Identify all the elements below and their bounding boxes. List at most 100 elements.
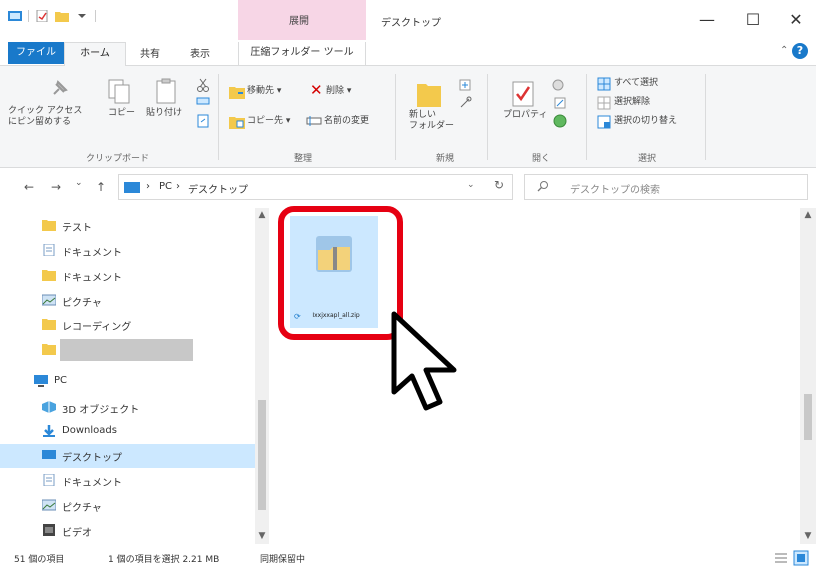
scrollbar-thumb[interactable] xyxy=(804,394,812,440)
recent-locations-button[interactable]: ⌄ xyxy=(75,178,83,188)
nav-item-3d-objects[interactable]: 3D オブジェクト xyxy=(0,396,255,420)
address-dropdown-icon[interactable]: ⌄ xyxy=(467,180,475,190)
nav-item-label: 3D オブジェクト xyxy=(62,405,140,416)
group-label-select: 選択 xyxy=(638,154,657,164)
customize-toolbar-icon[interactable] xyxy=(75,10,89,22)
status-sync: 同期保留中 xyxy=(260,555,306,565)
nav-item-label: ピクチャ xyxy=(62,298,102,309)
properties-button[interactable]: プロパティ xyxy=(503,110,547,121)
scroll-up-icon[interactable]: ▲ xyxy=(255,210,269,220)
move-to-button[interactable]: 移動先 ▾ xyxy=(247,86,281,97)
nav-item-documents[interactable]: ドキュメント xyxy=(0,239,255,263)
nav-item-desktop[interactable]: デスクトップ xyxy=(0,444,255,468)
scrollbar-thumb[interactable] xyxy=(258,400,266,510)
collapse-ribbon-icon[interactable]: ⌃ xyxy=(780,45,788,56)
new-folder-icon[interactable] xyxy=(55,10,69,22)
invert-selection-icon[interactable] xyxy=(597,115,611,129)
large-icons-view-icon[interactable] xyxy=(793,550,809,566)
copy-to-icon[interactable] xyxy=(229,115,245,129)
copy-icon[interactable] xyxy=(107,78,131,104)
address-toolbar: ← → ⌄ ↑ › PC › デスクトップ ⌄ ↻ デスクトップの検索 xyxy=(0,170,816,206)
copy-path-icon[interactable] xyxy=(196,96,210,106)
3d-objects-icon xyxy=(42,401,56,413)
cut-icon[interactable] xyxy=(196,78,210,92)
nav-item-test[interactable]: テスト xyxy=(0,214,255,238)
up-button[interactable]: ↑ xyxy=(96,180,106,194)
folder-icon xyxy=(42,344,56,355)
help-icon[interactable]: ? xyxy=(792,43,808,59)
search-box[interactable]: デスクトップの検索 xyxy=(524,174,808,200)
group-separator xyxy=(705,74,706,160)
tab-compressed-folder-tools[interactable]: 圧縮フォルダー ツール xyxy=(238,42,366,66)
minimize-button[interactable]: — xyxy=(697,10,717,29)
paste-icon[interactable] xyxy=(155,78,177,104)
copy-button[interactable]: コピー xyxy=(108,108,135,119)
history-icon[interactable] xyxy=(553,114,567,128)
nav-item-documents-folder[interactable]: ドキュメント xyxy=(0,264,255,288)
scroll-down-icon[interactable]: ▼ xyxy=(255,531,269,541)
pin-icon[interactable] xyxy=(48,78,70,100)
breadcrumb-pc[interactable]: PC xyxy=(159,181,172,192)
close-button[interactable]: ✕ xyxy=(786,10,806,29)
rename-icon[interactable] xyxy=(306,114,322,128)
delete-icon[interactable]: ✕ xyxy=(310,81,323,99)
nav-item-label: レコーディング xyxy=(62,322,132,333)
nav-item-redacted-folder[interactable] xyxy=(0,338,255,362)
breadcrumb-separator[interactable]: › xyxy=(176,181,180,192)
nav-item-videos[interactable]: ビデオ xyxy=(0,519,255,543)
move-to-icon[interactable] xyxy=(229,85,245,99)
document-icon xyxy=(43,474,55,486)
nav-item-downloads[interactable]: Downloads xyxy=(0,420,255,444)
nav-item-label: デスクトップ xyxy=(62,453,122,464)
content-scrollbar[interactable]: ▲ ▼ xyxy=(800,208,816,544)
select-all-button[interactable]: すべて選択 xyxy=(614,78,658,89)
navigation-pane: テスト ドキュメント ドキュメント ピクチャ レコーディング PC 3D オブジ… xyxy=(0,208,270,544)
nav-item-pictures[interactable]: ピクチャ xyxy=(0,289,255,313)
tab-view[interactable]: 表示 xyxy=(190,45,210,60)
tab-file[interactable]: ファイル xyxy=(8,42,64,64)
maximize-button[interactable]: ☐ xyxy=(743,10,763,29)
copy-to-button[interactable]: コピー先 ▾ xyxy=(247,116,290,127)
select-none-icon[interactable] xyxy=(597,96,611,110)
refresh-icon[interactable]: ↻ xyxy=(494,178,504,192)
nav-item-documents-pc[interactable]: ドキュメント xyxy=(0,469,255,493)
select-all-icon[interactable] xyxy=(597,77,611,91)
scroll-up-icon[interactable]: ▲ xyxy=(800,210,816,220)
select-none-button[interactable]: 選択解除 xyxy=(614,97,650,108)
edit-icon[interactable] xyxy=(553,96,567,110)
rename-button[interactable]: 名前の変更 xyxy=(324,116,369,127)
new-folder-button[interactable]: 新しい フォルダー xyxy=(409,110,454,132)
new-folder-large-icon[interactable] xyxy=(416,80,442,108)
paste-button[interactable]: 貼り付け xyxy=(146,108,182,119)
scroll-down-icon[interactable]: ▼ xyxy=(800,531,816,541)
breadcrumb-separator[interactable]: › xyxy=(146,181,150,192)
properties-large-icon[interactable] xyxy=(511,80,535,108)
tab-home[interactable]: ホーム xyxy=(64,42,126,66)
delete-button[interactable]: 削除 ▾ xyxy=(326,86,351,97)
status-bar: 51 個の項目 1 個の項目を選択 2.21 MB 同期保留中 xyxy=(0,546,816,571)
status-selected: 1 個の項目を選択 2.21 MB xyxy=(108,555,220,565)
explorer-icon[interactable] xyxy=(8,10,22,22)
pin-quick-access-button[interactable]: クイック アクセス にピン留めする xyxy=(8,106,82,128)
redacted-label xyxy=(60,339,193,361)
breadcrumb-desktop[interactable]: デスクトップ xyxy=(188,181,248,196)
paste-shortcut-icon[interactable] xyxy=(196,114,210,128)
properties-icon[interactable] xyxy=(35,10,49,22)
video-icon xyxy=(43,524,55,536)
desktop-icon xyxy=(42,450,56,459)
easy-access-icon[interactable] xyxy=(458,96,472,110)
tab-share[interactable]: 共有 xyxy=(140,45,160,60)
title-bar: 展開 デスクトップ — ☐ ✕ xyxy=(0,0,816,40)
new-item-icon[interactable] xyxy=(458,78,472,92)
forward-button[interactable]: → xyxy=(51,180,61,194)
nav-scrollbar[interactable]: ▲ ▼ xyxy=(255,208,269,544)
details-view-icon[interactable] xyxy=(773,550,789,566)
nav-item-pc[interactable]: PC xyxy=(0,370,255,394)
open-icon[interactable] xyxy=(551,78,567,92)
group-label-new: 新規 xyxy=(436,154,455,164)
nav-item-recordings[interactable]: レコーディング xyxy=(0,313,255,337)
nav-item-pictures-pc[interactable]: ピクチャ xyxy=(0,494,255,518)
back-button[interactable]: ← xyxy=(24,180,34,194)
address-bar[interactable]: › PC › デスクトップ ⌄ ↻ xyxy=(118,174,513,200)
invert-selection-button[interactable]: 選択の切り替え xyxy=(614,116,677,127)
